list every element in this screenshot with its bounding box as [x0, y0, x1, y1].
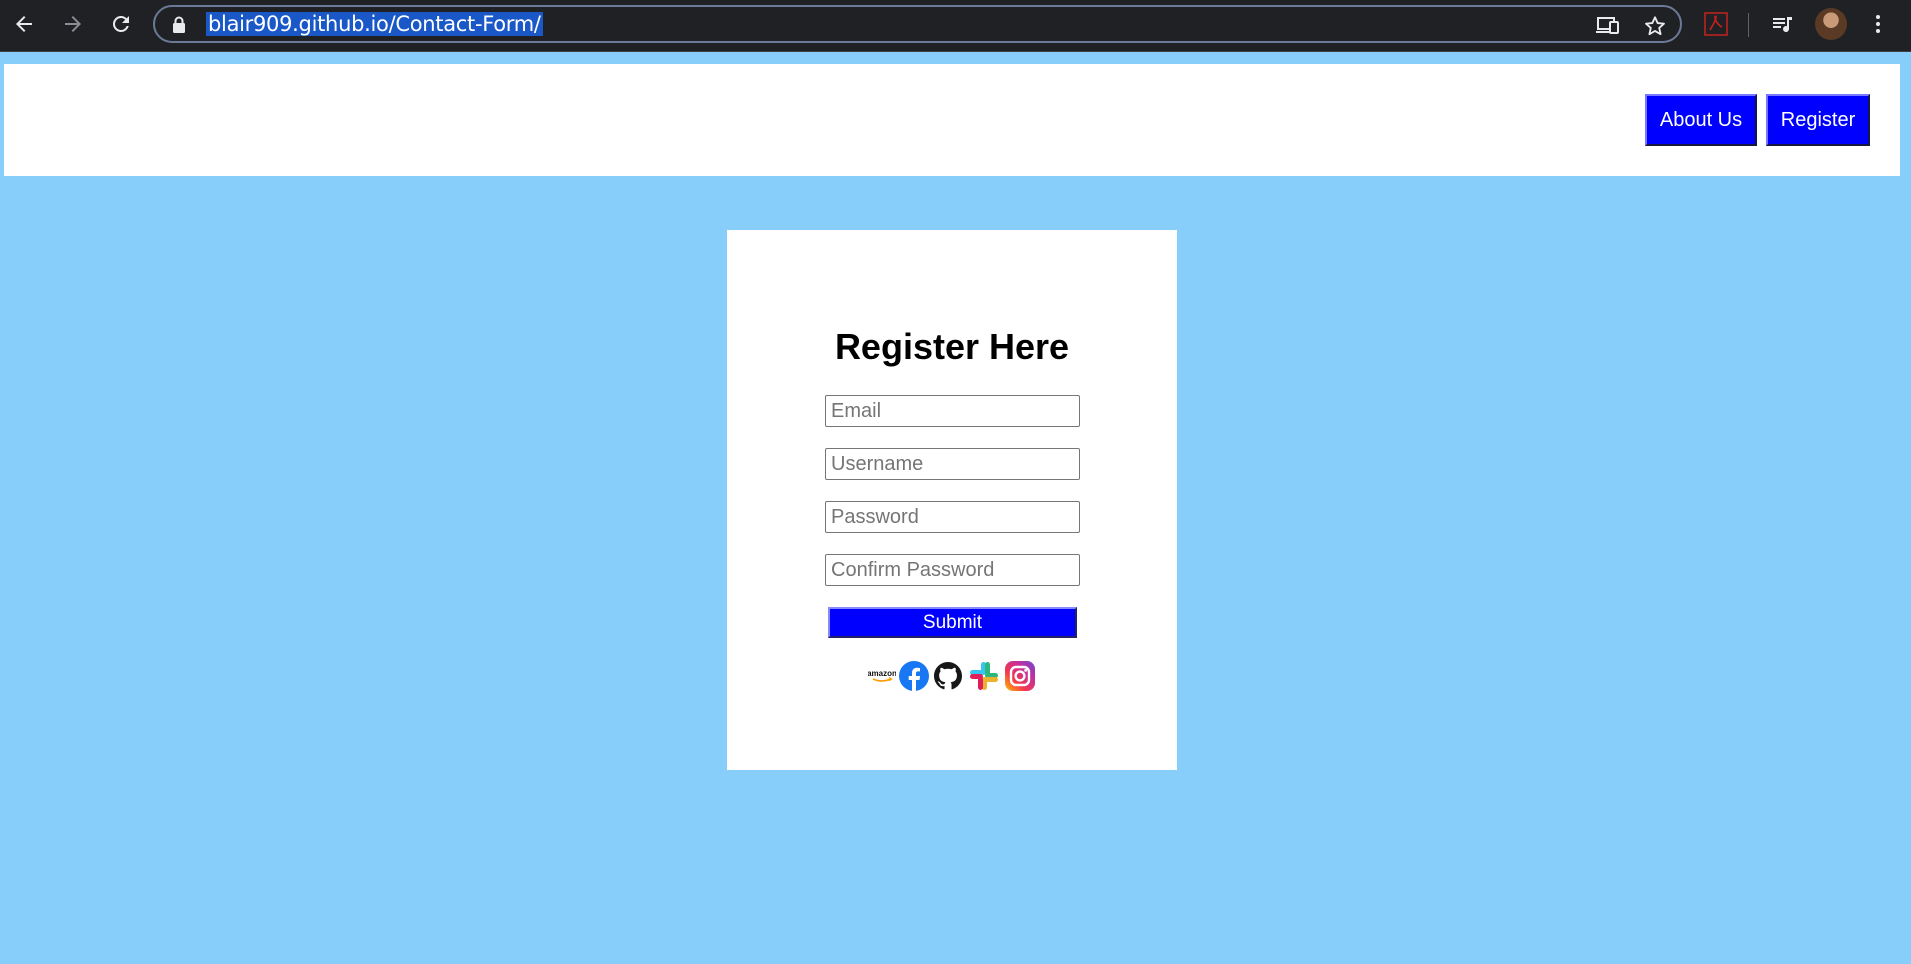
username-field[interactable] — [825, 448, 1080, 480]
cast-icon[interactable] — [1596, 15, 1620, 35]
github-icon[interactable] — [934, 662, 962, 690]
media-queue-button[interactable] — [1764, 6, 1800, 42]
bookmark-star-icon[interactable] — [1644, 15, 1666, 37]
slack-icon[interactable] — [968, 660, 1000, 692]
back-button[interactable] — [6, 6, 42, 42]
forward-icon — [65, 16, 81, 32]
toolbar-divider — [1748, 13, 1749, 37]
top-navbar: About Us Register — [4, 64, 1900, 176]
profile-avatar[interactable] — [1815, 8, 1847, 40]
pdf-extension-icon — [1704, 12, 1728, 36]
lock-icon — [173, 16, 185, 33]
social-links: amazon — [868, 660, 1048, 692]
form-title: Register Here — [834, 326, 1070, 367]
more-menu-button[interactable] — [1860, 6, 1896, 42]
instagram-icon[interactable] — [1004, 660, 1036, 692]
confirm-password-field[interactable] — [825, 554, 1080, 586]
url-text[interactable]: blair909.github.io/Contact-Form/ — [206, 12, 543, 36]
address-bar[interactable]: blair909.github.io/Contact-Form/ — [153, 5, 1682, 43]
svg-text:amazon: amazon — [868, 669, 896, 678]
submit-button[interactable]: Submit — [828, 607, 1077, 638]
reload-button[interactable] — [103, 6, 139, 42]
register-card: Register Here Submit amazon — [727, 230, 1177, 770]
browser-toolbar: blair909.github.io/Contact-Form/ — [0, 0, 1911, 52]
pdf-extension-button[interactable] — [1698, 6, 1734, 42]
reload-icon — [112, 15, 129, 32]
facebook-icon[interactable] — [898, 660, 930, 692]
email-field[interactable] — [825, 395, 1080, 427]
back-icon — [16, 16, 32, 32]
password-field[interactable] — [825, 501, 1080, 533]
media-queue-icon — [1773, 17, 1792, 33]
more-menu-icon — [1876, 15, 1880, 33]
forward-button[interactable] — [55, 6, 91, 42]
amazon-icon[interactable]: amazon — [868, 664, 896, 688]
about-us-button[interactable]: About Us — [1645, 94, 1757, 146]
register-nav-button[interactable]: Register — [1766, 94, 1870, 146]
